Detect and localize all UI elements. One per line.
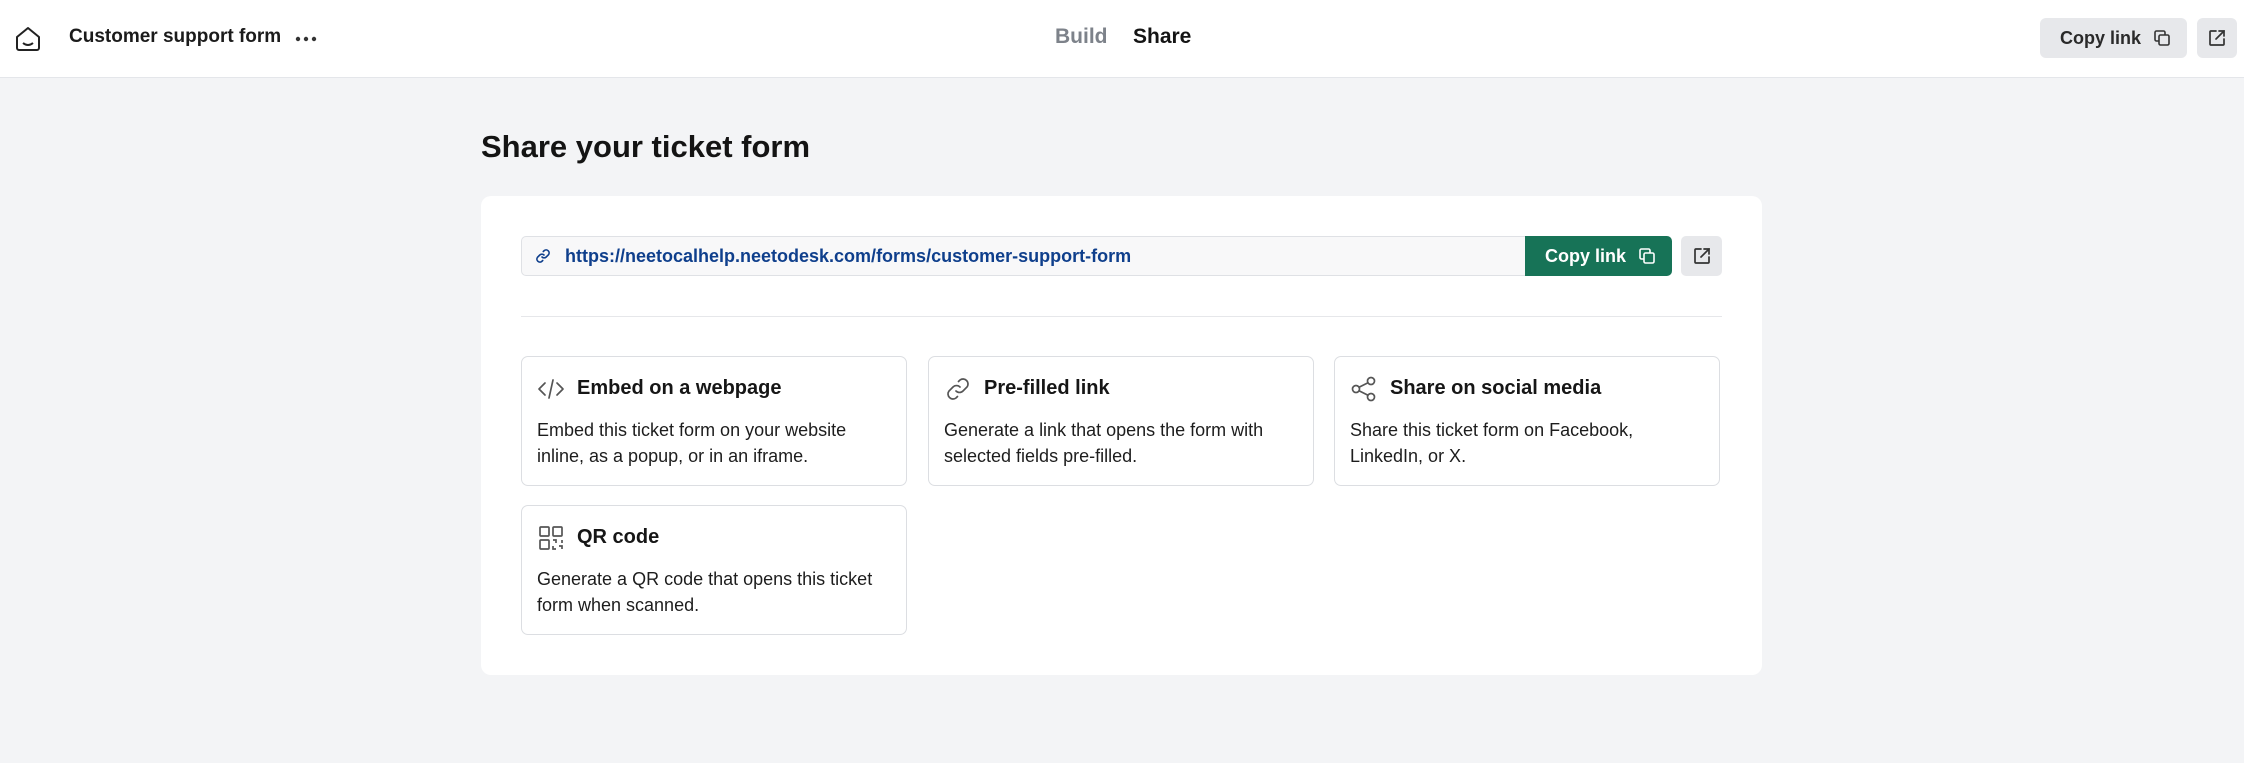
home-icon[interactable]: [13, 24, 43, 54]
form-title: Customer support form: [69, 26, 282, 47]
tab-share[interactable]: Share: [1133, 25, 1191, 49]
option-description: Embed this ticket form on your website i…: [537, 420, 847, 466]
option-title: Pre-filled link: [984, 377, 1110, 399]
qr-code-icon: [539, 526, 563, 550]
option-embed-webpage[interactable]: Embed on a webpage Embed this ticket for…: [521, 356, 907, 486]
external-link-icon: [2209, 30, 2225, 46]
option-description: Generate a QR code that opens this ticke…: [537, 569, 873, 615]
link-icon: [947, 378, 969, 400]
share-url: https://neetocalhelp.neetodesk.com/forms…: [565, 245, 1132, 266]
share-url-field[interactable]: https://neetocalhelp.neetodesk.com/forms…: [521, 236, 1525, 276]
share-icon: [1351, 376, 1376, 402]
option-title: Share on social media: [1390, 377, 1602, 399]
external-link-icon: [1693, 248, 1710, 264]
option-prefilled-link[interactable]: Pre-filled link Generate a link that ope…: [928, 356, 1314, 486]
copy-link-label: Copy link: [2060, 27, 2142, 48]
top-bar: Customer support form Build Share Copy l…: [0, 0, 2244, 78]
copy-share-link-button[interactable]: Copy link: [1525, 236, 1672, 276]
divider: [521, 316, 1722, 317]
link-icon: [536, 249, 550, 263]
copy-icon: [1639, 248, 1655, 264]
option-description: Share this ticket form on Facebook, Link…: [1350, 420, 1634, 466]
option-title: QR code: [577, 526, 660, 548]
option-title: Embed on a webpage: [577, 377, 782, 399]
option-qr-code[interactable]: QR code Generate a QR code that opens th…: [521, 505, 907, 635]
code-icon: [538, 379, 564, 399]
open-share-link-button[interactable]: [1681, 236, 1722, 276]
more-options-icon[interactable]: [294, 27, 318, 51]
copy-link-button[interactable]: Copy link: [2040, 18, 2187, 58]
copy-icon: [2154, 30, 2170, 46]
open-external-button[interactable]: [2197, 18, 2237, 58]
page-title: Share your ticket form: [481, 129, 811, 164]
tab-build[interactable]: Build: [1055, 25, 1108, 49]
copy-share-link-label: Copy link: [1545, 245, 1627, 266]
option-social-media[interactable]: Share on social media Share this ticket …: [1334, 356, 1720, 486]
share-card: https://neetocalhelp.neetodesk.com/forms…: [481, 196, 1762, 675]
option-description: Generate a link that opens the form with…: [944, 420, 1264, 466]
